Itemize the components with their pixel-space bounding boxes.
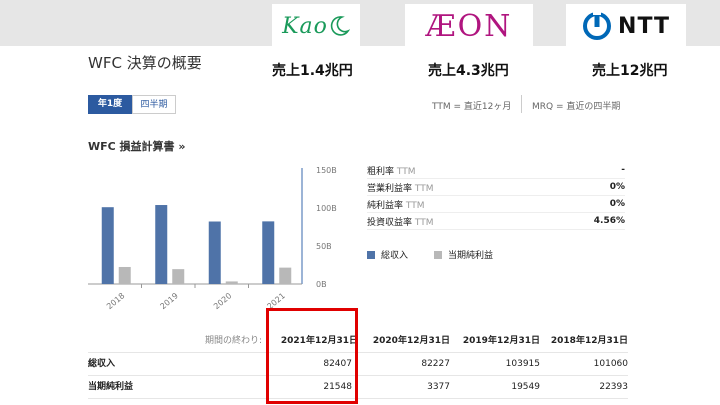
metric-value: 0% (609, 182, 625, 192)
table-cell: 3377 (427, 382, 450, 392)
metric-label: 営業利益率 TTM (367, 181, 434, 194)
moon-icon (330, 16, 350, 36)
ntt-logo: NTT (566, 4, 686, 48)
metric-ttm: TTM (396, 166, 416, 177)
metric-name: 投資収益率 (367, 217, 413, 228)
column-header-2019: 2019年12月31日 (462, 336, 540, 346)
row-label-net-income: 当期純利益 (88, 382, 134, 392)
metric-ttm: TTM (414, 217, 434, 228)
bar-net-income (225, 281, 238, 284)
ntt-logo-text: NTT (618, 13, 670, 39)
mrq-note: MRQ = 直近の四半期 (532, 102, 621, 112)
ttm-note: TTM = 直近12ヶ月 (432, 102, 512, 112)
legend-swatch-net-income (434, 250, 443, 259)
metric-name: 純利益率 (367, 200, 404, 211)
legend-swatch-revenue (367, 250, 375, 259)
table-cell: 22393 (599, 382, 628, 392)
x-tick-label: 2020 (212, 291, 233, 310)
table-row: 総収入 82407 82227 103915 101060 (88, 353, 628, 376)
metric-ttm: TTM (414, 183, 434, 194)
metric-label: 粗利率 TTM (367, 164, 416, 177)
table-header-row: 期間の終わり: 2021年12月31日 2020年12月31日 2019年12月… (88, 330, 628, 353)
metric-row: 投資収益率 TTM 4.56% (367, 213, 625, 230)
kao-logo: Kao (272, 4, 360, 48)
aeon-logo: ÆON (405, 4, 533, 48)
ntt-revenue: 売上12兆円 (592, 63, 668, 79)
y-tick-label: 100B (316, 204, 337, 213)
bar-net-income (279, 267, 292, 284)
chart-legend: 総収入 当期純利益 (367, 248, 493, 261)
metric-name: 粗利率 (367, 166, 395, 177)
x-tick-label: 2019 (159, 291, 180, 310)
bar-net-income (118, 266, 131, 284)
metric-value: 4.56% (593, 216, 625, 226)
metric-row: 純利益率 TTM 0% (367, 196, 625, 213)
metric-label: 純利益率 TTM (367, 198, 425, 211)
bar-revenue (155, 205, 168, 284)
tab-annual[interactable]: 年1度 (88, 95, 132, 114)
tab-quarterly[interactable]: 四半期 (132, 95, 176, 114)
bar-revenue (262, 221, 275, 284)
x-tick-label: 2018 (105, 291, 126, 310)
note-divider (521, 95, 522, 113)
aeon-revenue: 売上4.3兆円 (428, 63, 509, 79)
metric-ttm: TTM (405, 200, 425, 211)
table-cell: 19549 (511, 382, 540, 392)
income-statement-link[interactable]: WFC 損益計算書 » (88, 138, 186, 154)
column-header-2018: 2018年12月31日 (550, 336, 628, 346)
metric-label: 投資収益率 TTM (367, 215, 434, 228)
legend-net-income: 当期純利益 (448, 251, 494, 261)
metric-name: 営業利益率 (367, 183, 413, 194)
financials-table: 期間の終わり: 2021年12月31日 2020年12月31日 2019年12月… (88, 330, 628, 399)
metric-row: 営業利益率 TTM 0% (367, 179, 625, 196)
row-label-revenue: 総収入 (88, 359, 116, 369)
table-cell: 101060 (593, 359, 628, 369)
y-tick-label: 50B (316, 242, 332, 251)
column-header-2020: 2020年12月31日 (372, 336, 450, 346)
ntt-emblem-icon (583, 12, 612, 40)
aeon-logo-text: ÆON (425, 8, 513, 44)
highlight-box (266, 308, 358, 404)
bar-net-income (172, 269, 185, 284)
table-row: 当期純利益 21548 3377 19549 22393 (88, 376, 628, 399)
page-title: WFC 決算の概要 (88, 54, 202, 72)
metric-value: 0% (609, 199, 625, 209)
metrics-list: 粗利率 TTM - 営業利益率 TTM 0% 純利益率 TTM 0% 投資収益率 TTM 4.… (367, 162, 625, 230)
table-cell: 103915 (505, 359, 540, 369)
bar-revenue (208, 221, 221, 284)
metric-row: 粗利率 TTM - (367, 162, 625, 179)
table-cell: 82227 (421, 359, 450, 369)
y-tick-label: 0B (316, 280, 327, 289)
income-chart: 150B100B50B0B2018 2019 2020 2021 (88, 166, 337, 310)
kao-revenue: 売上1.4兆円 (272, 63, 353, 79)
legend-revenue: 総収入 (381, 251, 409, 261)
bar-revenue (101, 207, 114, 284)
y-tick-label: 150B (316, 166, 337, 175)
metric-value: - (621, 165, 625, 175)
kao-logo-text: Kao (282, 13, 328, 39)
period-label: 期間の終わり: (204, 336, 262, 346)
